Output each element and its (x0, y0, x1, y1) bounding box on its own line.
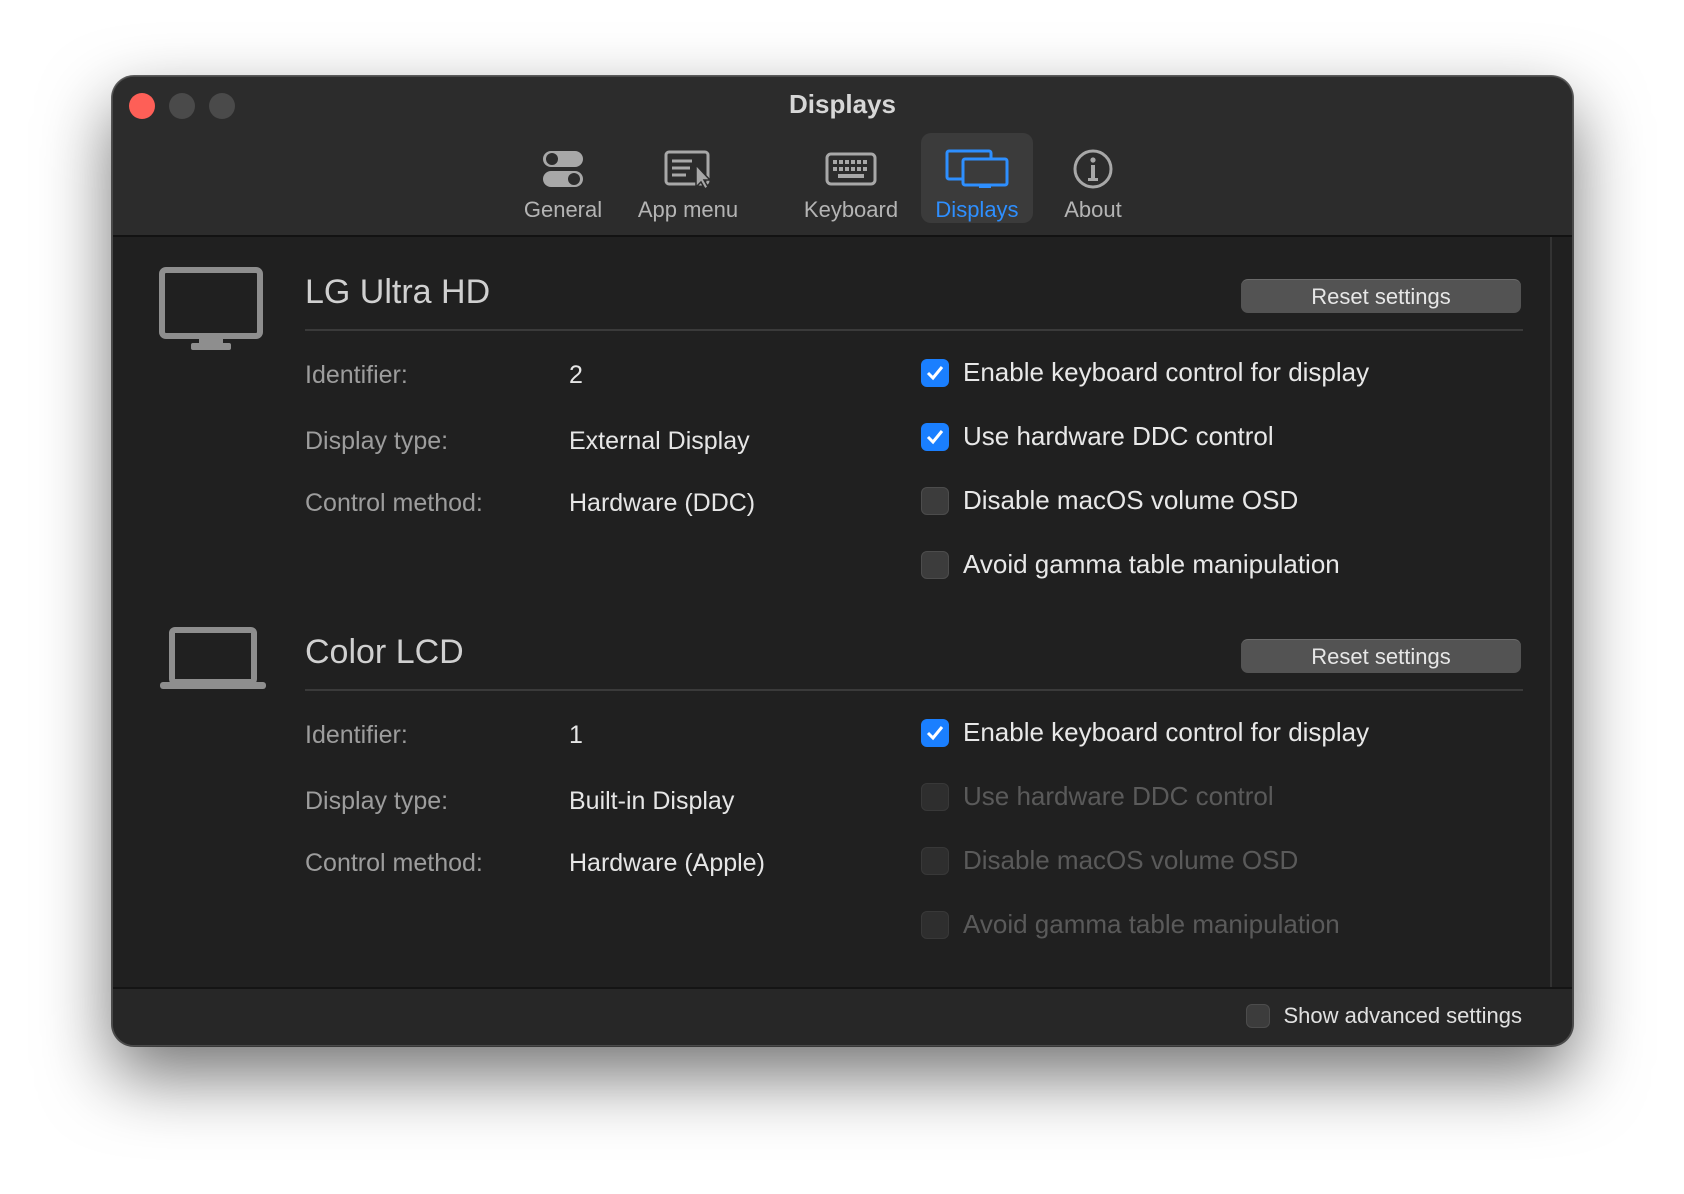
display-section-color-lcd: Color LCD Reset settings Identifier: 1 D… (113, 597, 1572, 957)
field-value: Built-in Display (569, 787, 735, 815)
checkbox-disabled (921, 782, 949, 811)
footer-bar: Show advanced settings (113, 987, 1572, 1045)
option-disable-osd[interactable]: Disable macOS volume OSD (921, 485, 1298, 516)
tab-label: General (523, 197, 603, 222)
checkbox-checked[interactable] (921, 718, 949, 747)
display-section-lg: LG Ultra HD Reset settings Identifier: 2… (113, 237, 1572, 597)
displays-pane: LG Ultra HD Reset settings Identifier: 2… (113, 237, 1572, 987)
checkmark-icon (926, 725, 944, 740)
checkbox-disabled (921, 846, 949, 875)
option-avoid-gamma[interactable]: Avoid gamma table manipulation (921, 549, 1340, 580)
checkbox-unchecked[interactable] (921, 550, 949, 579)
field-label: Control method: (305, 849, 483, 877)
option-avoid-gamma: Avoid gamma table manipulation (921, 909, 1340, 940)
toggle-switches-icon (542, 143, 584, 195)
advanced-settings-label: Show advanced settings (1283, 1003, 1523, 1028)
field-label: Display type: (305, 787, 449, 815)
laptop-icon (159, 627, 267, 696)
tab-app-menu[interactable]: App menu (618, 133, 758, 223)
option-keyboard-control[interactable]: Enable keyboard control for display (921, 717, 1369, 748)
reset-settings-button[interactable]: Reset settings (1241, 279, 1521, 313)
displays-icon (945, 143, 1009, 195)
field-value: Hardware (Apple) (569, 849, 765, 877)
checkbox-disabled (921, 910, 949, 939)
preferences-toolbar: General App menu Keyboard Displays About (113, 133, 1572, 225)
keyboard-icon (825, 143, 877, 195)
info-icon (1072, 143, 1114, 195)
option-label: Avoid gamma table manipulation (963, 909, 1340, 939)
option-label: Avoid gamma table manipulation (963, 549, 1340, 579)
tab-label: Displays (935, 197, 1019, 222)
reset-settings-button[interactable]: Reset settings (1241, 639, 1521, 673)
field-value: External Display (569, 427, 750, 455)
option-disable-osd: Disable macOS volume OSD (921, 845, 1298, 876)
tab-displays[interactable]: Displays (921, 133, 1033, 223)
option-ddc-control: Use hardware DDC control (921, 781, 1274, 812)
field-label: Identifier: (305, 721, 408, 749)
display-name: LG Ultra HD (305, 273, 491, 311)
preferences-window: Displays General App menu Keyboard Displ… (112, 76, 1573, 1046)
option-label: Enable keyboard control for display (963, 717, 1370, 747)
display-name: Color LCD (305, 633, 464, 671)
field-label: Display type: (305, 427, 449, 455)
option-label: Enable keyboard control for display (963, 357, 1370, 387)
tab-about[interactable]: About (1051, 133, 1135, 223)
menu-pointer-icon (664, 143, 712, 195)
option-label: Disable macOS volume OSD (963, 485, 1299, 515)
field-label: Control method: (305, 489, 483, 517)
tab-keyboard[interactable]: Keyboard (799, 133, 903, 223)
monitor-icon (159, 267, 263, 358)
field-label: Identifier: (305, 361, 408, 389)
checkbox-checked[interactable] (921, 422, 949, 451)
option-keyboard-control[interactable]: Enable keyboard control for display (921, 357, 1369, 388)
option-ddc-control[interactable]: Use hardware DDC control (921, 421, 1274, 452)
divider (305, 329, 1523, 331)
checkbox-checked[interactable] (921, 358, 949, 387)
tab-label: Keyboard (803, 197, 899, 222)
checkmark-icon (926, 429, 944, 444)
option-label: Disable macOS volume OSD (963, 845, 1299, 875)
tab-label: App menu (637, 197, 739, 222)
show-advanced-settings-toggle[interactable]: Show advanced settings (1245, 1003, 1523, 1029)
field-value: 2 (569, 361, 583, 389)
window-title: Displays (789, 89, 896, 119)
divider (305, 689, 1523, 691)
checkbox-unchecked[interactable] (1245, 1004, 1270, 1028)
tab-label: About (1064, 197, 1122, 222)
field-value: 1 (569, 721, 583, 749)
tab-general[interactable]: General (515, 133, 611, 223)
checkbox-unchecked[interactable] (921, 486, 949, 515)
checkmark-icon (926, 365, 944, 380)
field-value: Hardware (DDC) (569, 489, 756, 517)
titlebar: Displays General App menu Keyboard Displ… (113, 77, 1572, 237)
option-label: Use hardware DDC control (963, 421, 1274, 451)
option-label: Use hardware DDC control (963, 781, 1274, 811)
